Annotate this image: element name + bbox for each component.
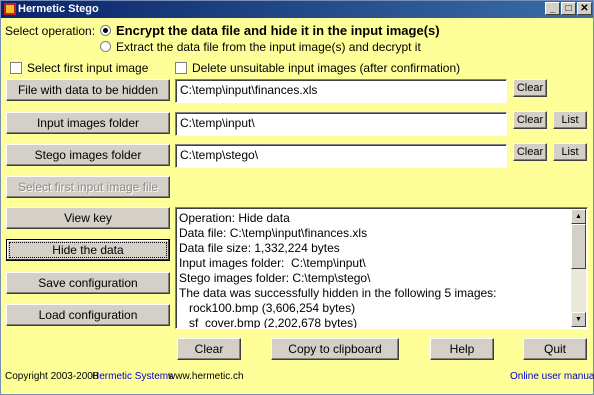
company-link[interactable]: Hermetic Systems xyxy=(92,371,173,382)
log-output[interactable]: Operation: Hide data Data file: C:\temp\… xyxy=(175,207,588,329)
log-line: Data file size: 1,332,224 bytes xyxy=(179,241,340,255)
close-button[interactable]: ✕ xyxy=(577,2,592,15)
log-line: Data file: C:\temp\input\finances.xls xyxy=(179,226,368,240)
data-file-button[interactable]: File with data to be hidden xyxy=(6,79,170,101)
stego-folder-field[interactable]: C:\temp\stego\ xyxy=(175,144,507,168)
radio-extract-label[interactable]: Extract the data file from the input ima… xyxy=(116,40,421,54)
minimize-button[interactable]: _ xyxy=(545,2,560,15)
stego-folder-clear-button[interactable]: Clear xyxy=(513,143,547,161)
log-lines: Operation: Hide data Data file: C:\temp\… xyxy=(179,211,569,329)
scroll-thumb[interactable] xyxy=(571,224,586,269)
hide-data-button[interactable]: Hide the data xyxy=(6,239,170,261)
log-line: sf_cover.bmp (2,202,678 bytes) xyxy=(179,316,358,329)
input-folder-button[interactable]: Input images folder xyxy=(6,112,170,134)
copyright-text: Copyright 2003-2008 xyxy=(5,371,99,382)
log-line: Input images folder: C:\temp\input\ xyxy=(179,256,366,270)
app-window: Hermetic Stego _ □ ✕ Select operation: E… xyxy=(0,0,594,395)
save-configuration-button[interactable]: Save configuration xyxy=(6,272,170,294)
scroll-up-arrow-icon[interactable]: ▲ xyxy=(571,209,586,224)
data-file-field[interactable]: C:\temp\input\finances.xls xyxy=(175,79,507,103)
select-first-input-label[interactable]: Select first input image xyxy=(27,61,148,75)
input-folder-field[interactable]: C:\temp\input\ xyxy=(175,112,507,136)
log-line: Operation: Hide data xyxy=(179,211,290,225)
quit-button[interactable]: Quit xyxy=(523,338,587,360)
radio-encrypt-label[interactable]: Encrypt the data file and hide it in the… xyxy=(116,23,440,38)
app-icon xyxy=(4,3,16,15)
stego-folder-button[interactable]: Stego images folder xyxy=(6,144,170,166)
select-first-input-checkbox[interactable] xyxy=(10,62,22,74)
input-folder-list-button[interactable]: List xyxy=(553,111,587,129)
data-file-clear-button[interactable]: Clear xyxy=(513,79,547,97)
online-manual-link[interactable]: Online user manual xyxy=(510,371,594,382)
log-line: Stego images folder: C:\temp\stego\ xyxy=(179,271,371,285)
stego-folder-list-button[interactable]: List xyxy=(553,143,587,161)
radio-extract[interactable] xyxy=(100,41,111,52)
delete-unsuitable-checkbox[interactable] xyxy=(175,62,187,74)
scroll-down-arrow-icon[interactable]: ▼ xyxy=(571,312,586,327)
website-text: www.hermetic.ch xyxy=(168,371,244,382)
log-line: The data was successfully hidden in the … xyxy=(179,286,497,300)
view-key-button[interactable]: View key xyxy=(6,207,170,229)
log-scrollbar[interactable]: ▲ ▼ xyxy=(571,209,586,327)
select-operation-label: Select operation: xyxy=(5,24,96,38)
log-line: rock100.bmp (3,606,254 bytes) xyxy=(179,301,356,315)
radio-encrypt[interactable] xyxy=(100,25,111,36)
clear-log-button[interactable]: Clear xyxy=(177,338,241,360)
input-folder-clear-button[interactable]: Clear xyxy=(513,111,547,129)
select-first-input-file-button: Select first input image file xyxy=(6,176,170,198)
help-button[interactable]: Help xyxy=(430,338,494,360)
window-title: Hermetic Stego xyxy=(18,3,99,15)
delete-unsuitable-label[interactable]: Delete unsuitable input images (after co… xyxy=(192,61,460,75)
maximize-button[interactable]: □ xyxy=(561,2,576,15)
copy-to-clipboard-button[interactable]: Copy to clipboard xyxy=(271,338,399,360)
title-bar: Hermetic Stego _ □ ✕ xyxy=(1,1,593,18)
load-configuration-button[interactable]: Load configuration xyxy=(6,304,170,326)
